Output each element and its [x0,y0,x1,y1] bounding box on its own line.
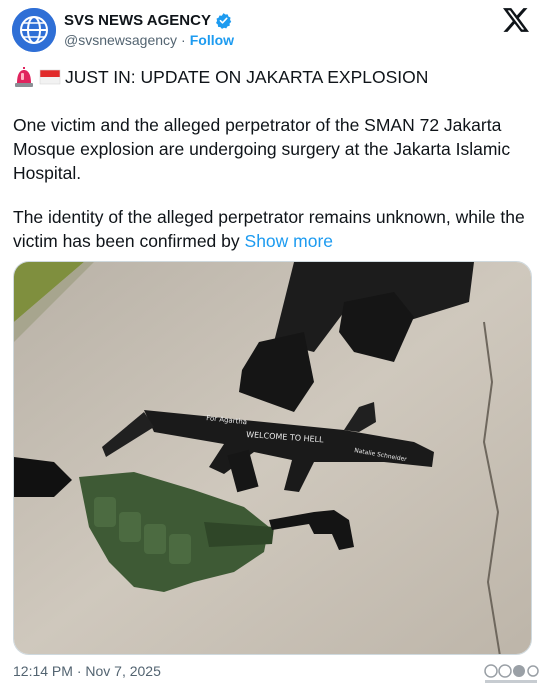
show-more-link[interactable]: Show more [245,231,334,251]
vest-pouch-1 [94,497,116,527]
tweet-paragraph-1: One victim and the alleged perpetrator o… [13,115,511,183]
tweet-photo[interactable]: For Agartha WELCOME TO HELL Natalie Schn… [13,261,532,655]
rotating-light-icon [15,67,33,87]
tweet-header: SVS NEWS AGENCY @svsnewsagency · Follow [12,8,533,56]
avatar[interactable] [12,8,56,52]
headline-text: JUST IN: UPDATE ON JAKARTA EXPLOSION [65,67,429,87]
follow-button[interactable]: Follow [190,32,234,48]
tweet-paragraph-2: The identity of the alleged perpetrator … [13,205,533,253]
vest-pouch-3 [144,524,166,554]
separator-dot: · [181,32,186,48]
indonesia-flag-icon [39,69,61,85]
tweet-headline: JUST IN: UPDATE ON JAKARTA EXPLOSION [13,65,533,89]
floor [14,262,531,654]
vest-pouch-2 [119,512,141,542]
vest-pouch-4 [169,534,191,564]
globe-icon [12,8,56,52]
watermark-icon [484,664,539,683]
handle-row: @svsnewsagency · Follow [64,32,234,48]
display-name[interactable]: SVS NEWS AGENCY [64,12,211,29]
handle[interactable]: @svsnewsagency [64,32,177,48]
photo-icon: For Agartha WELCOME TO HELL Natalie Schn… [14,262,531,654]
x-logo-icon[interactable] [503,8,529,32]
tweet-timestamp[interactable]: 12:14 PM · Nov 7, 2025 [13,663,161,679]
name-row: SVS NEWS AGENCY [64,10,232,30]
verified-badge-icon [215,12,232,29]
